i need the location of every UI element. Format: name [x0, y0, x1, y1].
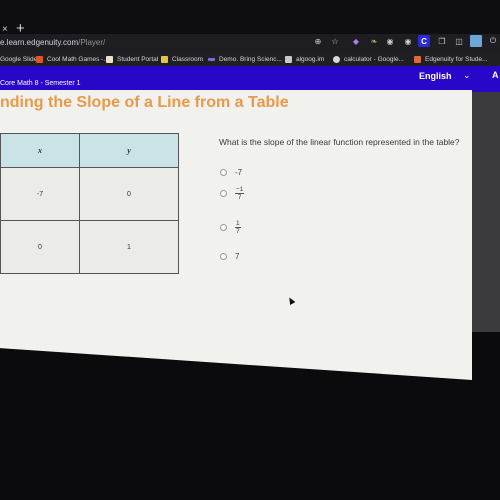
table-row: -7 0 — [0, 167, 179, 221]
course-title: Core Math 8 - Semester 1 — [0, 80, 81, 87]
answer-option[interactable]: 7 — [220, 252, 239, 261]
extension-c-icon[interactable]: C — [418, 35, 430, 47]
bookmark-cool-math[interactable]: Cool Math Games -... — [36, 53, 109, 65]
edgenuity-icon — [414, 55, 421, 63]
radio-button[interactable] — [220, 224, 227, 231]
table-header-row: x y — [0, 133, 179, 168]
cell-x: 0 — [0, 220, 80, 274]
answer-option[interactable]: −1 7 — [220, 186, 245, 201]
extension-square-icon[interactable] — [470, 35, 482, 47]
numerator: −1 — [235, 186, 245, 194]
radio-button[interactable] — [220, 253, 227, 260]
option-label: -7 — [235, 168, 243, 177]
answer-option[interactable]: 1 7 — [220, 220, 241, 235]
option-label: 7 — [235, 252, 240, 261]
header-x: x — [0, 133, 80, 168]
bookmark-google-slides[interactable]: Google Slides — [0, 53, 40, 65]
address-bar[interactable]: e.learn.edgenuity.com/Player/ — [0, 38, 105, 47]
answer-option[interactable]: -7 — [220, 168, 242, 177]
table-row: 0 1 — [0, 220, 179, 274]
scrollbar[interactable] — [472, 92, 500, 332]
language-selector[interactable]: English — [419, 71, 452, 81]
cell-x: -7 — [0, 167, 80, 221]
bookmark-algoog[interactable]: algoog.im — [285, 53, 324, 65]
google-icon — [333, 55, 340, 63]
extension-leaf-icon[interactable]: ❧ — [368, 35, 380, 47]
bookmark-demo[interactable]: Demo. Bring Scienc... — [208, 53, 282, 65]
zoom-icon[interactable]: ⊕ — [312, 35, 324, 47]
header-y: y — [79, 133, 179, 168]
tab-bar — [0, 0, 500, 36]
algoog-icon — [285, 55, 292, 63]
denominator: 7 — [237, 194, 242, 201]
extension-dict-icon[interactable]: ◫ — [453, 35, 465, 47]
denominator: 7 — [236, 228, 240, 235]
extension-shield-icon[interactable]: ◉ — [384, 35, 396, 47]
cell-y: 0 — [79, 167, 179, 221]
demo-icon — [208, 57, 215, 61]
bookmark-calculator[interactable]: calculator - Google... — [333, 53, 404, 65]
url-host: e.learn.edgenuity.com — [0, 38, 79, 47]
coolmath-icon — [36, 55, 43, 63]
lesson-title: nding the Slope of a Line from a Table — [0, 94, 289, 111]
power-icon[interactable]: ⏻ — [487, 35, 499, 47]
chevron-down-icon[interactable]: ⌄ — [463, 70, 471, 81]
bookmark-edgenuity[interactable]: Edgenuity for Stude... — [414, 53, 488, 65]
radio-button[interactable] — [220, 169, 227, 176]
fraction: −1 7 — [235, 186, 245, 201]
question-text: What is the slope of the linear function… — [219, 137, 460, 147]
xy-table: x y -7 0 0 1 — [0, 133, 179, 274]
fraction: 1 7 — [235, 220, 241, 235]
bookmark-classroom[interactable]: Classroom — [161, 53, 203, 65]
extension-copy-icon[interactable]: ❐ — [436, 35, 448, 47]
star-icon[interactable]: ☆ — [329, 35, 341, 47]
classroom-icon — [161, 55, 168, 63]
bookmark-student-portal[interactable]: Student Portal — [106, 53, 158, 65]
url-path: /Player/ — [78, 38, 106, 47]
extension-purple-icon[interactable]: ◆ — [350, 35, 362, 47]
cell-y: 1 — [79, 220, 179, 274]
account-menu[interactable]: A — [492, 70, 499, 80]
numerator: 1 — [235, 220, 241, 228]
portal-icon — [106, 55, 113, 63]
extension-shield-2-icon[interactable]: ◉ — [402, 35, 414, 47]
radio-button[interactable] — [220, 190, 227, 197]
